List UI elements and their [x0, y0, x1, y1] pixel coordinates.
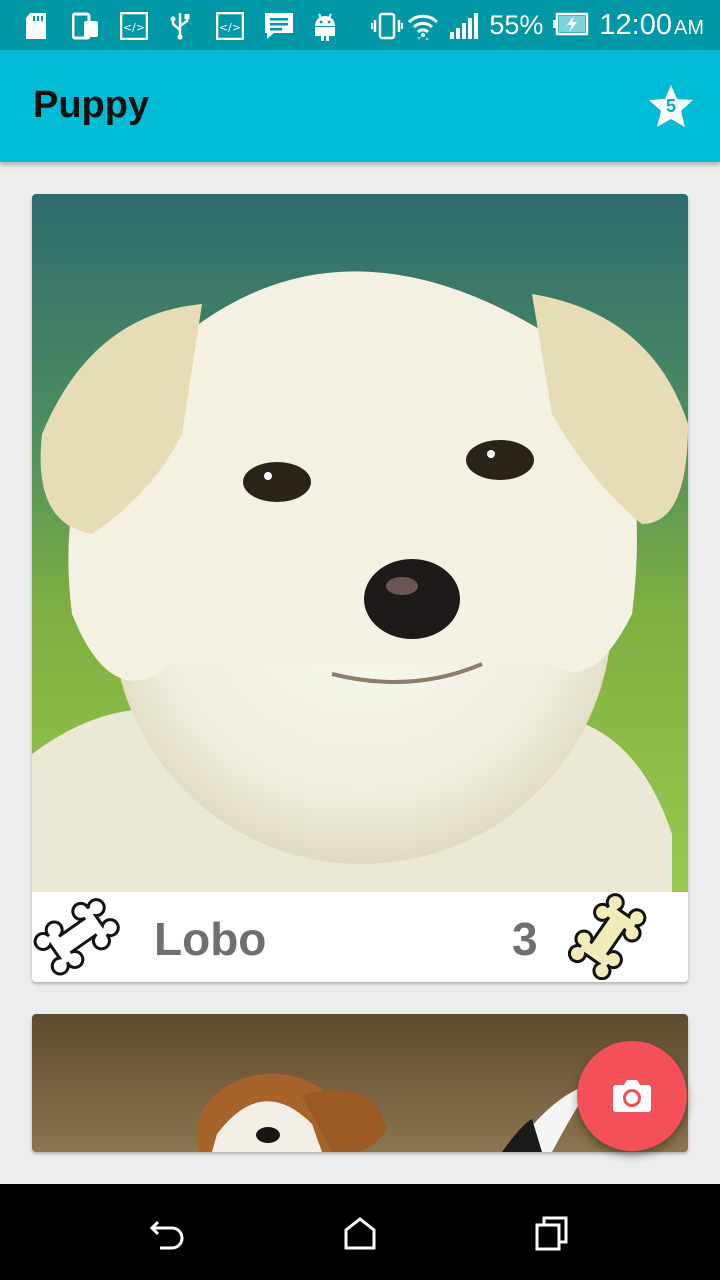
devices-icon: [71, 12, 98, 40]
svg-text:</>: </>: [219, 21, 241, 34]
camera-fab[interactable]: [577, 1041, 687, 1151]
recents-icon: [535, 1216, 568, 1251]
favorites-count: 5: [665, 96, 676, 116]
favorites-button[interactable]: 5: [648, 84, 694, 128]
bone-filled-icon: [567, 893, 647, 981]
code-icon-2: </>: [215, 11, 245, 41]
bone-outline-icon: [33, 898, 120, 976]
status-icons-left: </> </>: [24, 10, 338, 41]
wifi-icon: [407, 12, 439, 40]
app-title: Puppy: [33, 84, 150, 126]
like-count: 3: [512, 913, 538, 965]
status-icons-right: 55% 12:00 AM: [371, 8, 704, 42]
pet-photo: [32, 194, 688, 892]
battery-charging-icon: [553, 12, 589, 38]
back-button[interactable]: [148, 1214, 188, 1254]
clock-time: 12:00: [599, 8, 672, 41]
app-bar: Puppy: [0, 50, 720, 162]
clock-ampm: AM: [674, 16, 704, 39]
clock: 12:00 AM: [599, 9, 704, 42]
message-icon: [264, 12, 293, 39]
status-bar: </> </> 55% 12:00 AM: [0, 0, 720, 50]
card-footer: Lobo 3: [32, 892, 688, 982]
pet-name: Lobo: [154, 913, 267, 965]
camera-icon: [613, 1080, 651, 1112]
home-button[interactable]: [340, 1214, 380, 1254]
signal-icon: [449, 12, 479, 39]
sd-card-icon: [24, 12, 50, 39]
back-icon: [149, 1220, 184, 1250]
battery-percent: 55%: [489, 9, 544, 40]
vibrate-icon: [371, 12, 404, 40]
pet-card: Lobo 3: [32, 194, 688, 982]
svg-text:</>: </>: [123, 21, 145, 34]
nav-bar: [0, 1184, 720, 1280]
screen: </> </> 55% 12:00 AM Puppy 5 Lobo 3: [0, 0, 720, 1280]
recents-button[interactable]: [532, 1214, 572, 1254]
home-icon: [344, 1217, 376, 1250]
android-icon: [312, 12, 338, 41]
like-button[interactable]: [32, 896, 122, 976]
usb-icon: [168, 12, 194, 40]
code-icon: </>: [119, 11, 149, 41]
rating-icon-wrap: [564, 892, 652, 981]
